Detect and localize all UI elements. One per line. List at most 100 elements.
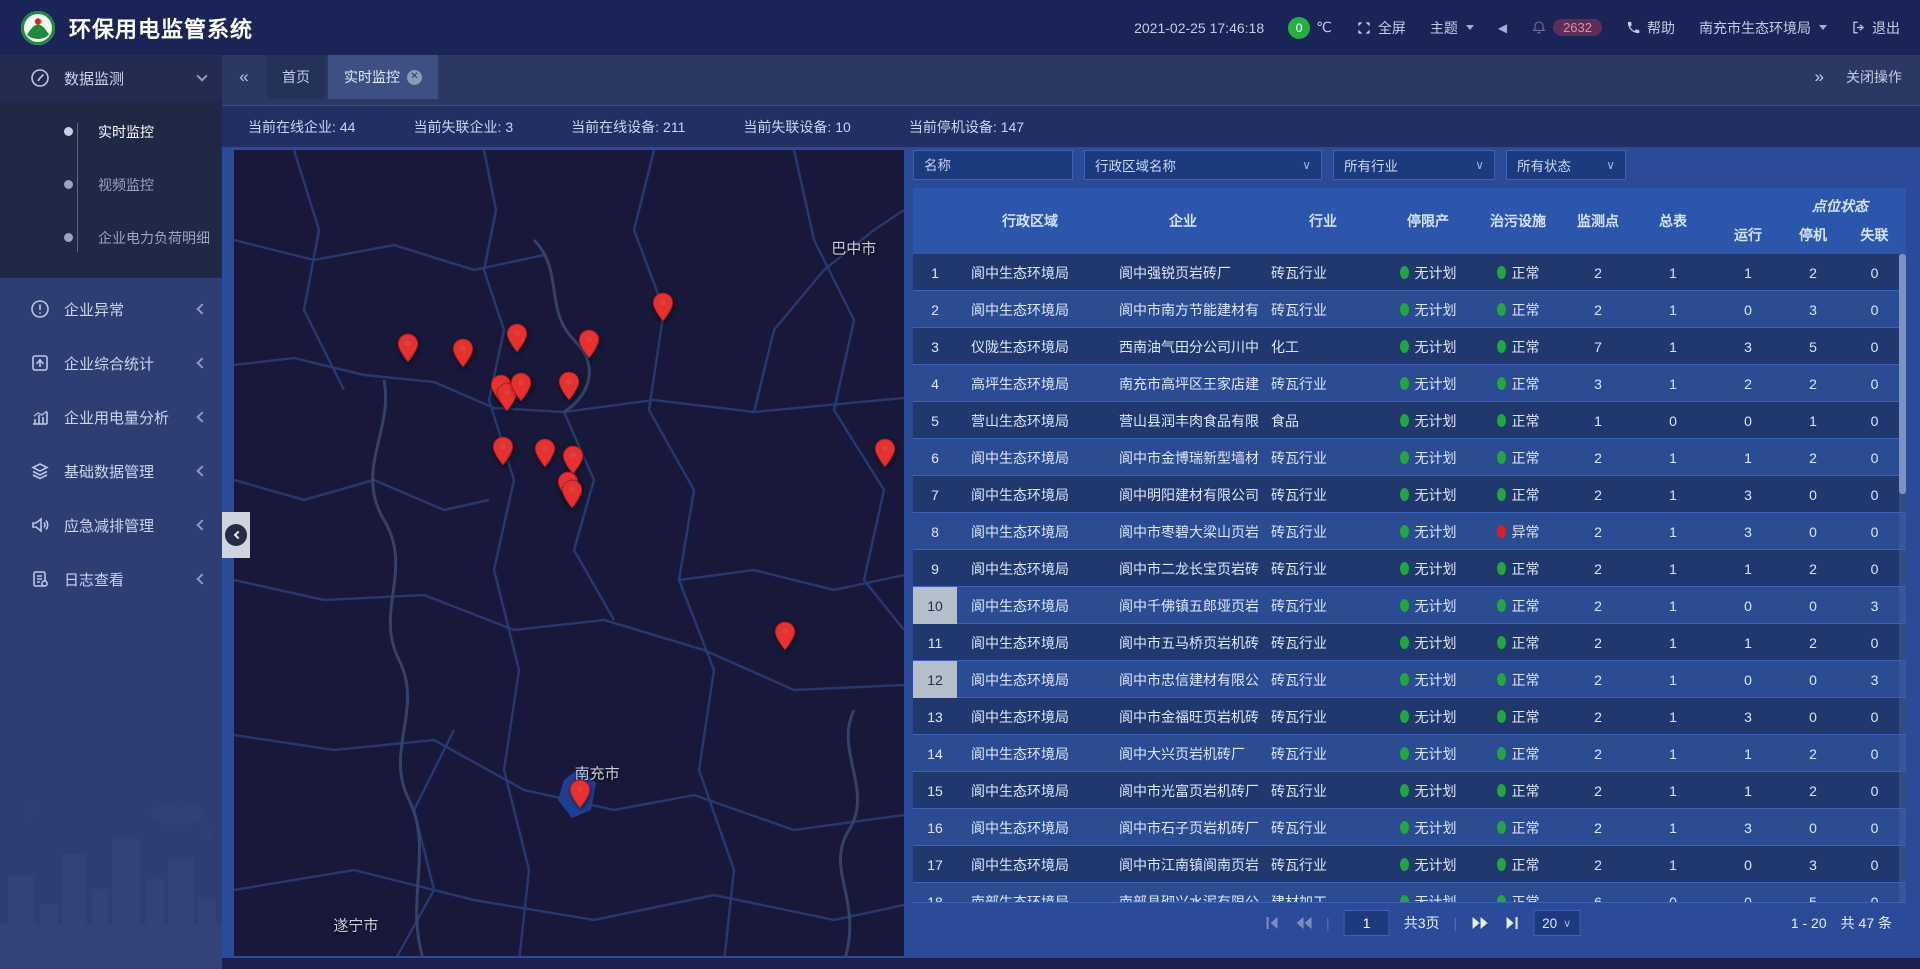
map-pin-icon[interactable] — [397, 333, 419, 363]
col-header-企业[interactable]: 企业 — [1103, 188, 1263, 254]
table-row[interactable]: 13阆中生态环境局阆中市金福旺页岩机砖砖瓦行业无计划正常21300 — [913, 698, 1906, 735]
sidebar-item-应急减排管理[interactable]: 应急减排管理 — [0, 502, 222, 548]
sidebar-item-label: 企业异常 — [64, 299, 198, 320]
sidebar-group-0: 数据监测实时监控视频监控企业电力负荷明细 — [0, 55, 222, 278]
chevron-left-icon — [196, 465, 207, 476]
sidebar-item-数据监测[interactable]: 数据监测 — [0, 55, 222, 101]
cell-monitor-points: 2 — [1563, 672, 1633, 688]
table-row[interactable]: 12阆中生态环境局阆中市忠信建材有限公砖瓦行业无计划正常21003 — [913, 661, 1906, 698]
table-row[interactable]: 16阆中生态环境局阆中市石子页岩机砖厂砖瓦行业无计划正常21300 — [913, 809, 1906, 846]
sidebar-gap — [0, 278, 222, 286]
region-select[interactable]: 行政区域名称∨ — [1084, 150, 1322, 180]
map-pin-icon[interactable] — [562, 445, 584, 475]
sidebar-item-实时监控[interactable]: 实时监控 — [0, 105, 222, 158]
last-page-button[interactable] — [1503, 916, 1519, 930]
first-page-button[interactable] — [1264, 916, 1280, 930]
map-collapse-button[interactable] — [222, 512, 250, 558]
map-pin-icon[interactable] — [452, 338, 474, 368]
table-row[interactable]: 3仪陇生态环境局西南油气田分公司川中化工无计划正常71350 — [913, 328, 1906, 365]
map-pin-icon[interactable] — [510, 372, 532, 402]
table-row[interactable]: 2阆中生态环境局阆中市南方节能建材有砖瓦行业无计划正常21030 — [913, 291, 1906, 328]
map[interactable]: 巴中市南充市遂宁市 — [234, 150, 904, 956]
row-seq: 12 — [913, 661, 957, 698]
table-scrollbar[interactable] — [1899, 254, 1906, 902]
status-select[interactable]: 所有状态∨ — [1506, 150, 1626, 180]
sidebar-item-label: 数据监测 — [64, 68, 198, 89]
fullscreen-button[interactable]: 全屏 — [1356, 18, 1406, 38]
table-row[interactable]: 5营山生态环境局营山县润丰肉食品有限食品无计划正常10010 — [913, 402, 1906, 439]
map-pin-icon[interactable] — [874, 438, 896, 468]
close-icon[interactable]: ✕ — [407, 70, 422, 85]
status-dot-icon — [1400, 451, 1409, 464]
cell-facility-status: 正常 — [1473, 448, 1563, 468]
theme-dropdown[interactable]: 主题 — [1430, 18, 1474, 38]
sidebar-item-日志查看[interactable]: 日志查看 — [0, 556, 222, 602]
map-pin-icon[interactable] — [774, 621, 796, 651]
table-row[interactable]: 11阆中生态环境局阆中市五马桥页岩机砖砖瓦行业无计划正常21120 — [913, 624, 1906, 661]
table-row[interactable]: 6阆中生态环境局阆中市金博瑞新型墙材砖瓦行业无计划正常21120 — [913, 439, 1906, 476]
cell-enterprise: 阆中市枣碧大梁山页岩 — [1103, 522, 1263, 542]
industry-select[interactable]: 所有行业∨ — [1333, 150, 1495, 180]
map-pin-icon[interactable] — [506, 323, 528, 353]
cell-industry: 砖瓦行业 — [1263, 448, 1383, 468]
table-row[interactable]: 7阆中生态环境局阆中明阳建材有限公司砖瓦行业无计划正常21300 — [913, 476, 1906, 513]
table-row[interactable]: 17阆中生态环境局阆中市江南镇阆南页岩砖瓦行业无计划正常21030 — [913, 846, 1906, 883]
chevron-down-icon — [1466, 25, 1474, 30]
col-header-行业[interactable]: 行业 — [1263, 188, 1383, 254]
facility-text: 正常 — [1512, 744, 1540, 764]
cell-industry: 砖瓦行业 — [1263, 263, 1383, 283]
table-row[interactable]: 18南部生态环境局南部县砌兴水泥有限公建材加工无计划正常60050 — [913, 883, 1906, 902]
table-row[interactable]: 14阆中生态环境局阆中大兴页岩机砖厂砖瓦行业无计划正常21120 — [913, 735, 1906, 772]
table-row[interactable]: 4高坪生态环境局南充市高坪区王家店建砖瓦行业无计划正常31220 — [913, 365, 1906, 402]
page-number-input[interactable] — [1344, 910, 1390, 936]
next-page-button[interactable] — [1471, 916, 1489, 930]
logout-button[interactable]: 退出 — [1851, 18, 1900, 38]
cell-industry: 砖瓦行业 — [1263, 485, 1383, 505]
notifications[interactable]: 2632 — [1531, 19, 1602, 36]
tab-首页[interactable]: 首页 — [266, 55, 326, 99]
sidebar-gap — [0, 440, 222, 448]
col-header-监测点[interactable]: 监测点 — [1563, 188, 1633, 254]
table-row[interactable]: 10阆中生态环境局阆中千佛镇五郎垭页岩砖瓦行业无计划正常21003 — [913, 587, 1906, 624]
page-size-select[interactable]: 20∨ — [1533, 910, 1580, 936]
map-pin-icon[interactable] — [561, 479, 583, 509]
close-operations-button[interactable]: 关闭操作 — [1846, 67, 1902, 87]
cell-facility-status: 正常 — [1473, 374, 1563, 394]
stat-当前停机设备: 当前停机设备:147 — [909, 117, 1024, 137]
table-row[interactable]: 9阆中生态环境局阆中市二龙长宝页岩砖砖瓦行业无计划正常21120 — [913, 550, 1906, 587]
col-header-总表[interactable]: 总表 — [1633, 188, 1713, 254]
map-pin-icon[interactable] — [534, 438, 556, 468]
tabs-scroll-left-button[interactable]: « — [222, 55, 266, 99]
prev-page-button[interactable] — [1294, 916, 1312, 930]
row-seq: 13 — [913, 698, 957, 735]
sidebar-item-企业综合统计[interactable]: 企业综合统计 — [0, 340, 222, 386]
sidebar-item-视频监控[interactable]: 视频监控 — [0, 158, 222, 211]
sidebar-item-基础数据管理[interactable]: 基础数据管理 — [0, 448, 222, 494]
col-header-行政区域[interactable]: 行政区域 — [957, 188, 1103, 254]
map-pin-icon[interactable] — [558, 371, 580, 401]
name-search-input[interactable] — [913, 150, 1073, 180]
cell-shutdown: 2 — [1783, 265, 1843, 281]
map-pin-icon[interactable] — [578, 329, 600, 359]
sidebar-item-企业用电量分析[interactable]: 企业用电量分析 — [0, 394, 222, 440]
help-button[interactable]: 帮助 — [1626, 18, 1675, 38]
facility-text: 正常 — [1512, 596, 1540, 616]
map-pin-icon[interactable] — [492, 436, 514, 466]
sidebar-item-企业异常[interactable]: 企业异常 — [0, 286, 222, 332]
col-header-停限产[interactable]: 停限产 — [1383, 188, 1473, 254]
tabs-scroll-right-button[interactable]: » — [1815, 67, 1824, 87]
sidebar-item-label: 应急减排管理 — [64, 515, 198, 536]
tab-实时监控[interactable]: 实时监控✕ — [328, 55, 438, 99]
table-row[interactable]: 8阆中生态环境局阆中市枣碧大梁山页岩砖瓦行业无计划异常21300 — [913, 513, 1906, 550]
org-dropdown[interactable]: 南充市生态环境局 — [1699, 18, 1827, 38]
map-pin-icon[interactable] — [569, 779, 591, 809]
row-seq: 18 — [913, 883, 957, 902]
mute-button[interactable]: ◀ — [1498, 21, 1507, 35]
table-row[interactable]: 15阆中生态环境局阆中市光富页岩机砖厂砖瓦行业无计划正常21120 — [913, 772, 1906, 809]
table-header: 点位状态 行政区域企业行业停限产治污设施监测点总表运行停机失联 — [913, 188, 1906, 254]
col-header-运行[interactable]: 运行 — [1713, 188, 1783, 254]
table-row[interactable]: 1阆中生态环境局阆中强锐页岩砖厂砖瓦行业无计划正常21120 — [913, 254, 1906, 291]
col-header-治污设施[interactable]: 治污设施 — [1473, 188, 1563, 254]
map-pin-icon[interactable] — [652, 292, 674, 322]
sidebar-item-企业电力负荷明细[interactable]: 企业电力负荷明细 — [0, 211, 222, 264]
